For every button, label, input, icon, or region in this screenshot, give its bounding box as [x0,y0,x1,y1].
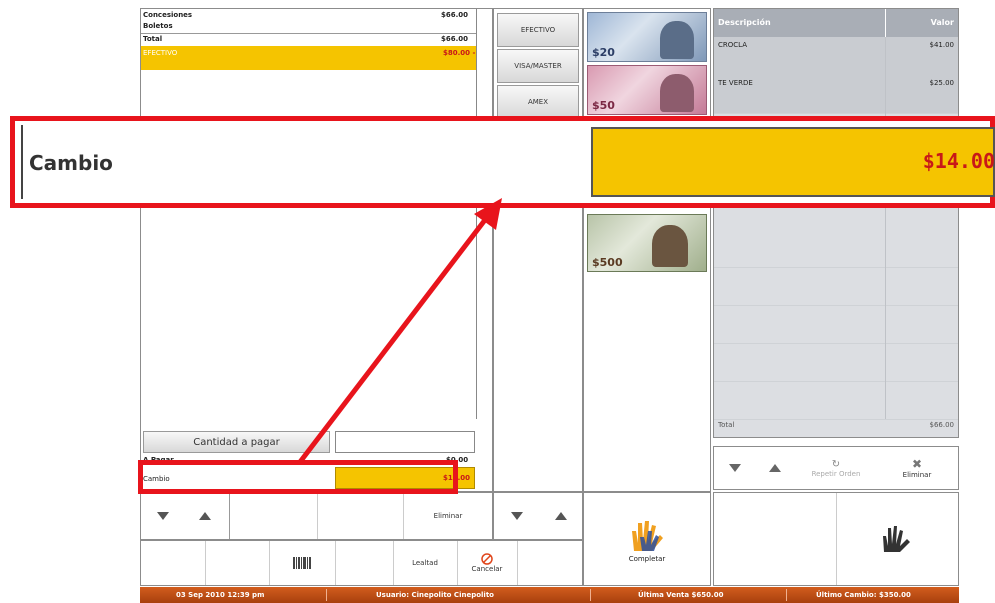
callout-arrow [298,198,502,464]
